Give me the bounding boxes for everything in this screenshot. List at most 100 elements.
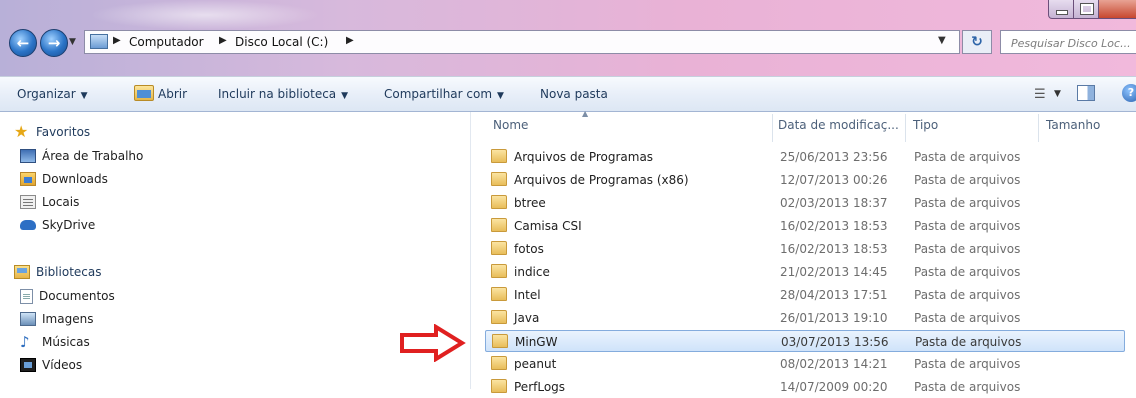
file-type: Pasta de arquivos: [914, 196, 1021, 210]
file-date: 28/04/2013 17:51: [780, 288, 888, 302]
nav-item-label: Documentos: [39, 289, 115, 303]
file-date: 12/07/2013 00:26: [780, 173, 888, 187]
folder-icon: [491, 195, 507, 209]
open-folder-icon: [134, 85, 154, 101]
folder-icon: [491, 149, 507, 163]
file-name: btree: [514, 196, 546, 210]
file-row[interactable]: Camisa CSI 16/02/2013 18:53 Pasta de arq…: [485, 215, 1125, 237]
file-row[interactable]: Java 26/01/2013 19:10 Pasta de arquivos: [485, 307, 1125, 329]
column-header-type[interactable]: Tipo: [913, 118, 938, 132]
file-name: Camisa CSI: [514, 219, 582, 233]
document-icon: [20, 288, 33, 304]
search-box[interactable]: [1000, 30, 1136, 54]
address-bar[interactable]: ▶ Computador ▶ Disco Local (C:) ▶ ▼: [84, 30, 960, 54]
history-dropdown-icon[interactable]: ▼: [69, 37, 76, 47]
folder-icon: [491, 379, 507, 393]
annotation-arrow-icon: [400, 324, 466, 362]
share-button[interactable]: Compartilhar com ▼: [384, 87, 504, 101]
folder-icon: [491, 172, 507, 186]
file-row[interactable]: Arquivos de Programas 25/06/2013 23:56 P…: [485, 146, 1125, 168]
file-date: 16/02/2013 18:53: [780, 219, 888, 233]
file-date: 14/07/2009 00:20: [780, 380, 888, 394]
nav-item-locais[interactable]: Locais: [20, 192, 79, 212]
nav-item-imagens[interactable]: Imagens: [20, 309, 93, 329]
sort-ascending-icon: ▲: [582, 109, 589, 118]
window-controls: [1026, 0, 1136, 20]
file-row[interactable]: PerfLogs 14/07/2009 00:20 Pasta de arqui…: [485, 376, 1125, 398]
music-note-icon: ♪: [20, 333, 30, 351]
breadcrumb-disco-local[interactable]: Disco Local (C:): [235, 35, 328, 49]
breadcrumb-computador[interactable]: Computador: [129, 35, 204, 49]
file-type: Pasta de arquivos: [914, 150, 1021, 164]
arrow-left-icon: ←: [16, 34, 30, 52]
nav-item-label: Downloads: [42, 172, 108, 186]
column-header-size[interactable]: Tamanho: [1046, 118, 1100, 132]
file-row[interactable]: fotos 16/02/2013 18:53 Pasta de arquivos: [485, 238, 1125, 260]
preview-pane-icon[interactable]: [1077, 85, 1095, 101]
column-date-label: Data de modificaç...: [778, 118, 899, 132]
library-icon: [14, 265, 30, 279]
new-folder-button[interactable]: Nova pasta: [540, 87, 608, 101]
file-name: MinGW: [515, 335, 558, 349]
cloud-icon: [20, 220, 36, 230]
file-date: 16/02/2013 18:53: [780, 242, 888, 256]
include-library-button[interactable]: Incluir na biblioteca ▼: [218, 87, 348, 101]
folder-icon: [491, 264, 507, 278]
include-library-label: Incluir na biblioteca: [218, 87, 337, 101]
view-options-icon[interactable]: ☰: [1034, 87, 1046, 102]
file-type: Pasta de arquivos: [914, 265, 1021, 279]
nav-item-musicas[interactable]: ♪ Músicas: [20, 332, 90, 352]
refresh-button[interactable]: ↻: [962, 30, 992, 54]
nav-libraries[interactable]: Bibliotecas: [14, 262, 101, 282]
file-date: 02/03/2013 18:37: [780, 196, 888, 210]
nav-item-desktop[interactable]: Área de Trabalho: [20, 146, 143, 166]
chevron-right-icon[interactable]: ▶: [113, 35, 121, 46]
file-date: 26/01/2013 19:10: [780, 311, 888, 325]
nav-item-downloads[interactable]: Downloads: [20, 169, 108, 189]
back-button[interactable]: ←: [9, 29, 37, 57]
forward-button[interactable]: →: [40, 29, 68, 57]
new-folder-label: Nova pasta: [540, 87, 608, 101]
maximize-button[interactable]: [1073, 0, 1099, 19]
nav-favorites[interactable]: ★ Favoritos: [14, 122, 90, 142]
file-row[interactable]: Intel 28/04/2013 17:51 Pasta de arquivos: [485, 284, 1125, 306]
column-size-label: Tamanho: [1046, 118, 1101, 132]
file-row[interactable]: btree 02/03/2013 18:37 Pasta de arquivos: [485, 192, 1125, 214]
file-name: Arquivos de Programas (x86): [514, 173, 689, 187]
help-icon[interactable]: ?: [1122, 84, 1136, 102]
column-separator[interactable]: [905, 114, 906, 142]
file-name: PerfLogs: [514, 380, 566, 394]
address-dropdown-icon[interactable]: ▼: [938, 35, 946, 46]
nav-item-videos[interactable]: Vídeos: [20, 355, 82, 375]
chevron-down-icon[interactable]: ▼: [1054, 89, 1061, 99]
folder-icon: [491, 241, 507, 255]
search-input[interactable]: [1009, 32, 1136, 54]
nav-item-label: Locais: [42, 195, 80, 209]
file-row-selected[interactable]: MinGW 03/07/2013 13:56 Pasta de arquivos: [485, 330, 1125, 352]
column-header-name[interactable]: Nome: [493, 118, 528, 132]
column-separator[interactable]: [1038, 114, 1039, 142]
arrow-right-icon: →: [47, 34, 61, 52]
chevron-right-icon[interactable]: ▶: [219, 35, 227, 46]
folder-icon: [491, 310, 507, 324]
star-icon: ★: [14, 122, 29, 141]
refresh-icon: ↻: [971, 34, 983, 50]
nav-item-documentos[interactable]: Documentos: [20, 286, 115, 306]
open-button[interactable]: Abrir: [158, 87, 187, 101]
organize-button[interactable]: Organizar ▼: [17, 87, 88, 101]
recent-places-icon: [20, 195, 36, 209]
column-header-date[interactable]: Data de modificaç...: [778, 118, 899, 132]
column-separator[interactable]: [772, 114, 773, 142]
minimize-button[interactable]: [1048, 0, 1074, 19]
video-icon: [20, 358, 36, 372]
close-button[interactable]: [1098, 0, 1136, 19]
file-row[interactable]: peanut 08/02/2013 14:21 Pasta de arquivo…: [485, 353, 1125, 375]
file-row[interactable]: Arquivos de Programas (x86) 12/07/2013 0…: [485, 169, 1125, 191]
titlebar-glow: [90, 0, 320, 30]
chevron-right-icon[interactable]: ▶: [346, 35, 354, 46]
nav-item-skydrive[interactable]: SkyDrive: [20, 215, 95, 235]
pictures-icon: [20, 312, 36, 326]
file-date: 03/07/2013 13:56: [781, 335, 889, 349]
share-label: Compartilhar com: [384, 87, 493, 101]
file-row[interactable]: indice 21/02/2013 14:45 Pasta de arquivo…: [485, 261, 1125, 283]
